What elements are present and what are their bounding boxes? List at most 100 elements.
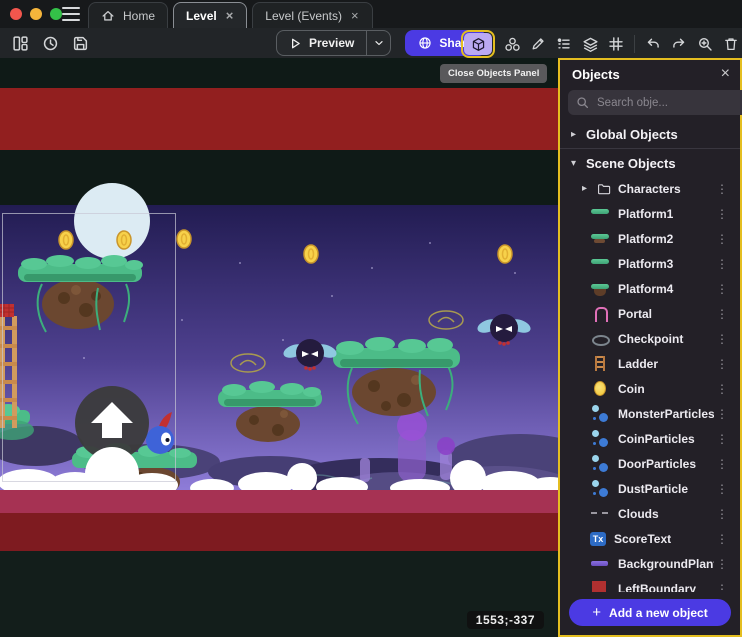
- tutorial-highlight-box: [461, 30, 495, 58]
- object-row-scoretext[interactable]: TxScoreText⋮: [560, 526, 740, 551]
- add-new-object-button[interactable]: + Add a new object: [569, 599, 731, 626]
- object-context-menu-button[interactable]: ⋮: [714, 432, 730, 446]
- scene-editor-canvas[interactable]: 1553;-337: [0, 58, 558, 637]
- folder-row-characters[interactable]: ▸ Characters ⋮: [560, 176, 740, 201]
- instances-list-button[interactable]: [552, 32, 576, 56]
- tab-level[interactable]: Level ×: [173, 2, 247, 28]
- object-row-ladder[interactable]: Ladder⋮: [560, 351, 740, 376]
- toolbar-separator: [634, 35, 635, 53]
- object-label: DustParticle: [618, 482, 714, 496]
- object-row-checkpoint[interactable]: Checkpoint⋮: [560, 326, 740, 351]
- close-tab-icon[interactable]: ×: [350, 9, 360, 22]
- plants-icon: [590, 555, 610, 572]
- object-context-menu-button[interactable]: ⋮: [714, 207, 730, 221]
- object-context-menu-button[interactable]: ⋮: [714, 357, 730, 371]
- platform-mossy-icon: [590, 230, 610, 247]
- object-row-leftboundary[interactable]: LeftBoundary⋮: [560, 576, 740, 592]
- object-context-menu-button[interactable]: ⋮: [714, 557, 730, 571]
- object-row-platform3[interactable]: Platform3⋮: [560, 251, 740, 276]
- redo-icon: [671, 36, 687, 52]
- object-context-menu-button[interactable]: ⋮: [714, 407, 730, 421]
- cursor-coordinates: 1553;-337: [467, 611, 544, 629]
- object-row-backgroundplants[interactable]: BackgroundPlants⋮: [560, 551, 740, 576]
- project-manager-button[interactable]: [8, 31, 32, 55]
- close-tab-icon[interactable]: ×: [225, 9, 235, 22]
- history-button[interactable]: [38, 31, 62, 55]
- tab-home[interactable]: Home: [88, 2, 168, 28]
- history-icon: [42, 35, 59, 52]
- preview-options-button[interactable]: [366, 31, 390, 55]
- object-context-menu-button[interactable]: ⋮: [714, 507, 730, 521]
- object-label: MonsterParticles: [618, 407, 714, 421]
- object-context-menu-button[interactable]: ⋮: [714, 282, 730, 296]
- minimize-window-button[interactable]: [30, 8, 42, 20]
- object-row-platform1[interactable]: Platform1⋮: [560, 201, 740, 226]
- objects-panel: Objects × ▸ Global Objects ▾: [558, 58, 742, 637]
- tab-level-events[interactable]: Level (Events) ×: [252, 2, 372, 28]
- search-objects-input[interactable]: [595, 96, 742, 110]
- preview-label: Preview: [309, 36, 354, 50]
- particles-icon: [590, 405, 610, 422]
- window-controls: [10, 8, 62, 20]
- object-list: Platform1⋮Platform2⋮Platform3⋮Platform4⋮…: [560, 201, 740, 592]
- object-row-coin[interactable]: Coin⋮: [560, 376, 740, 401]
- save-icon: [72, 35, 89, 52]
- object-row-platform4[interactable]: Platform4⋮: [560, 276, 740, 301]
- search-box[interactable]: [568, 90, 742, 115]
- scene-render: [0, 58, 558, 637]
- boundary-icon: [590, 580, 610, 592]
- particles-icon: [590, 480, 610, 497]
- undo-button[interactable]: [641, 32, 665, 56]
- object-label: LeftBoundary: [618, 582, 714, 593]
- object-row-portal[interactable]: Portal⋮: [560, 301, 740, 326]
- object-context-menu-button[interactable]: ⋮: [714, 382, 730, 396]
- object-context-menu-button[interactable]: ⋮: [714, 457, 730, 471]
- redo-button[interactable]: [667, 32, 691, 56]
- zoom-in-button[interactable]: [693, 32, 717, 56]
- object-row-doorparticles[interactable]: DoorParticles⋮: [560, 451, 740, 476]
- object-context-menu-button[interactable]: ⋮: [714, 482, 730, 496]
- object-context-menu-button[interactable]: ⋮: [714, 582, 730, 593]
- preview-button[interactable]: Preview: [277, 36, 366, 50]
- object-label: Portal: [618, 307, 714, 321]
- particles-icon: [590, 455, 610, 472]
- section-scene-objects[interactable]: ▾ Scene Objects: [560, 151, 740, 176]
- plus-icon: +: [592, 604, 601, 621]
- tab-label: Level: [186, 9, 217, 23]
- object-label: ScoreText: [614, 532, 714, 546]
- object-context-menu-button[interactable]: ⋮: [714, 257, 730, 271]
- toggle-objects-panel-button[interactable]: [464, 33, 492, 55]
- grid-button[interactable]: [604, 32, 628, 56]
- layers-icon: [582, 36, 599, 53]
- object-context-menu-button[interactable]: ⋮: [714, 182, 730, 196]
- platform-thin-icon: [590, 255, 610, 272]
- object-context-menu-button[interactable]: ⋮: [714, 307, 730, 321]
- maximize-window-button[interactable]: [50, 8, 62, 20]
- object-context-menu-button[interactable]: ⋮: [714, 532, 730, 546]
- delete-button[interactable]: [719, 32, 742, 56]
- object-groups-button[interactable]: [500, 32, 524, 56]
- chevron-down-icon: [373, 37, 385, 49]
- instances-list-icon: [556, 36, 572, 52]
- object-row-clouds[interactable]: Clouds⋮: [560, 501, 740, 526]
- section-global-objects[interactable]: ▸ Global Objects: [560, 122, 740, 147]
- platform-thin-icon: [590, 205, 610, 222]
- object-label: Platform2: [618, 232, 714, 246]
- close-panel-icon[interactable]: ×: [721, 66, 730, 82]
- folder-icon: [597, 182, 611, 196]
- edit-button[interactable]: [526, 32, 550, 56]
- main-menu-icon[interactable]: [62, 7, 80, 21]
- close-window-button[interactable]: [10, 8, 22, 20]
- object-row-dustparticle[interactable]: DustParticle⋮: [560, 476, 740, 501]
- object-row-monsterparticles[interactable]: MonsterParticles⋮: [560, 401, 740, 426]
- undo-icon: [645, 36, 661, 52]
- object-row-coinparticles[interactable]: CoinParticles⋮: [560, 426, 740, 451]
- chevron-right-icon: ▸: [571, 129, 579, 140]
- particles-icon: [590, 430, 610, 447]
- layers-button[interactable]: [578, 32, 602, 56]
- object-context-menu-button[interactable]: ⋮: [714, 232, 730, 246]
- save-button[interactable]: [68, 31, 92, 55]
- clouds-icon: [590, 505, 610, 522]
- object-row-platform2[interactable]: Platform2⋮: [560, 226, 740, 251]
- object-context-menu-button[interactable]: ⋮: [714, 332, 730, 346]
